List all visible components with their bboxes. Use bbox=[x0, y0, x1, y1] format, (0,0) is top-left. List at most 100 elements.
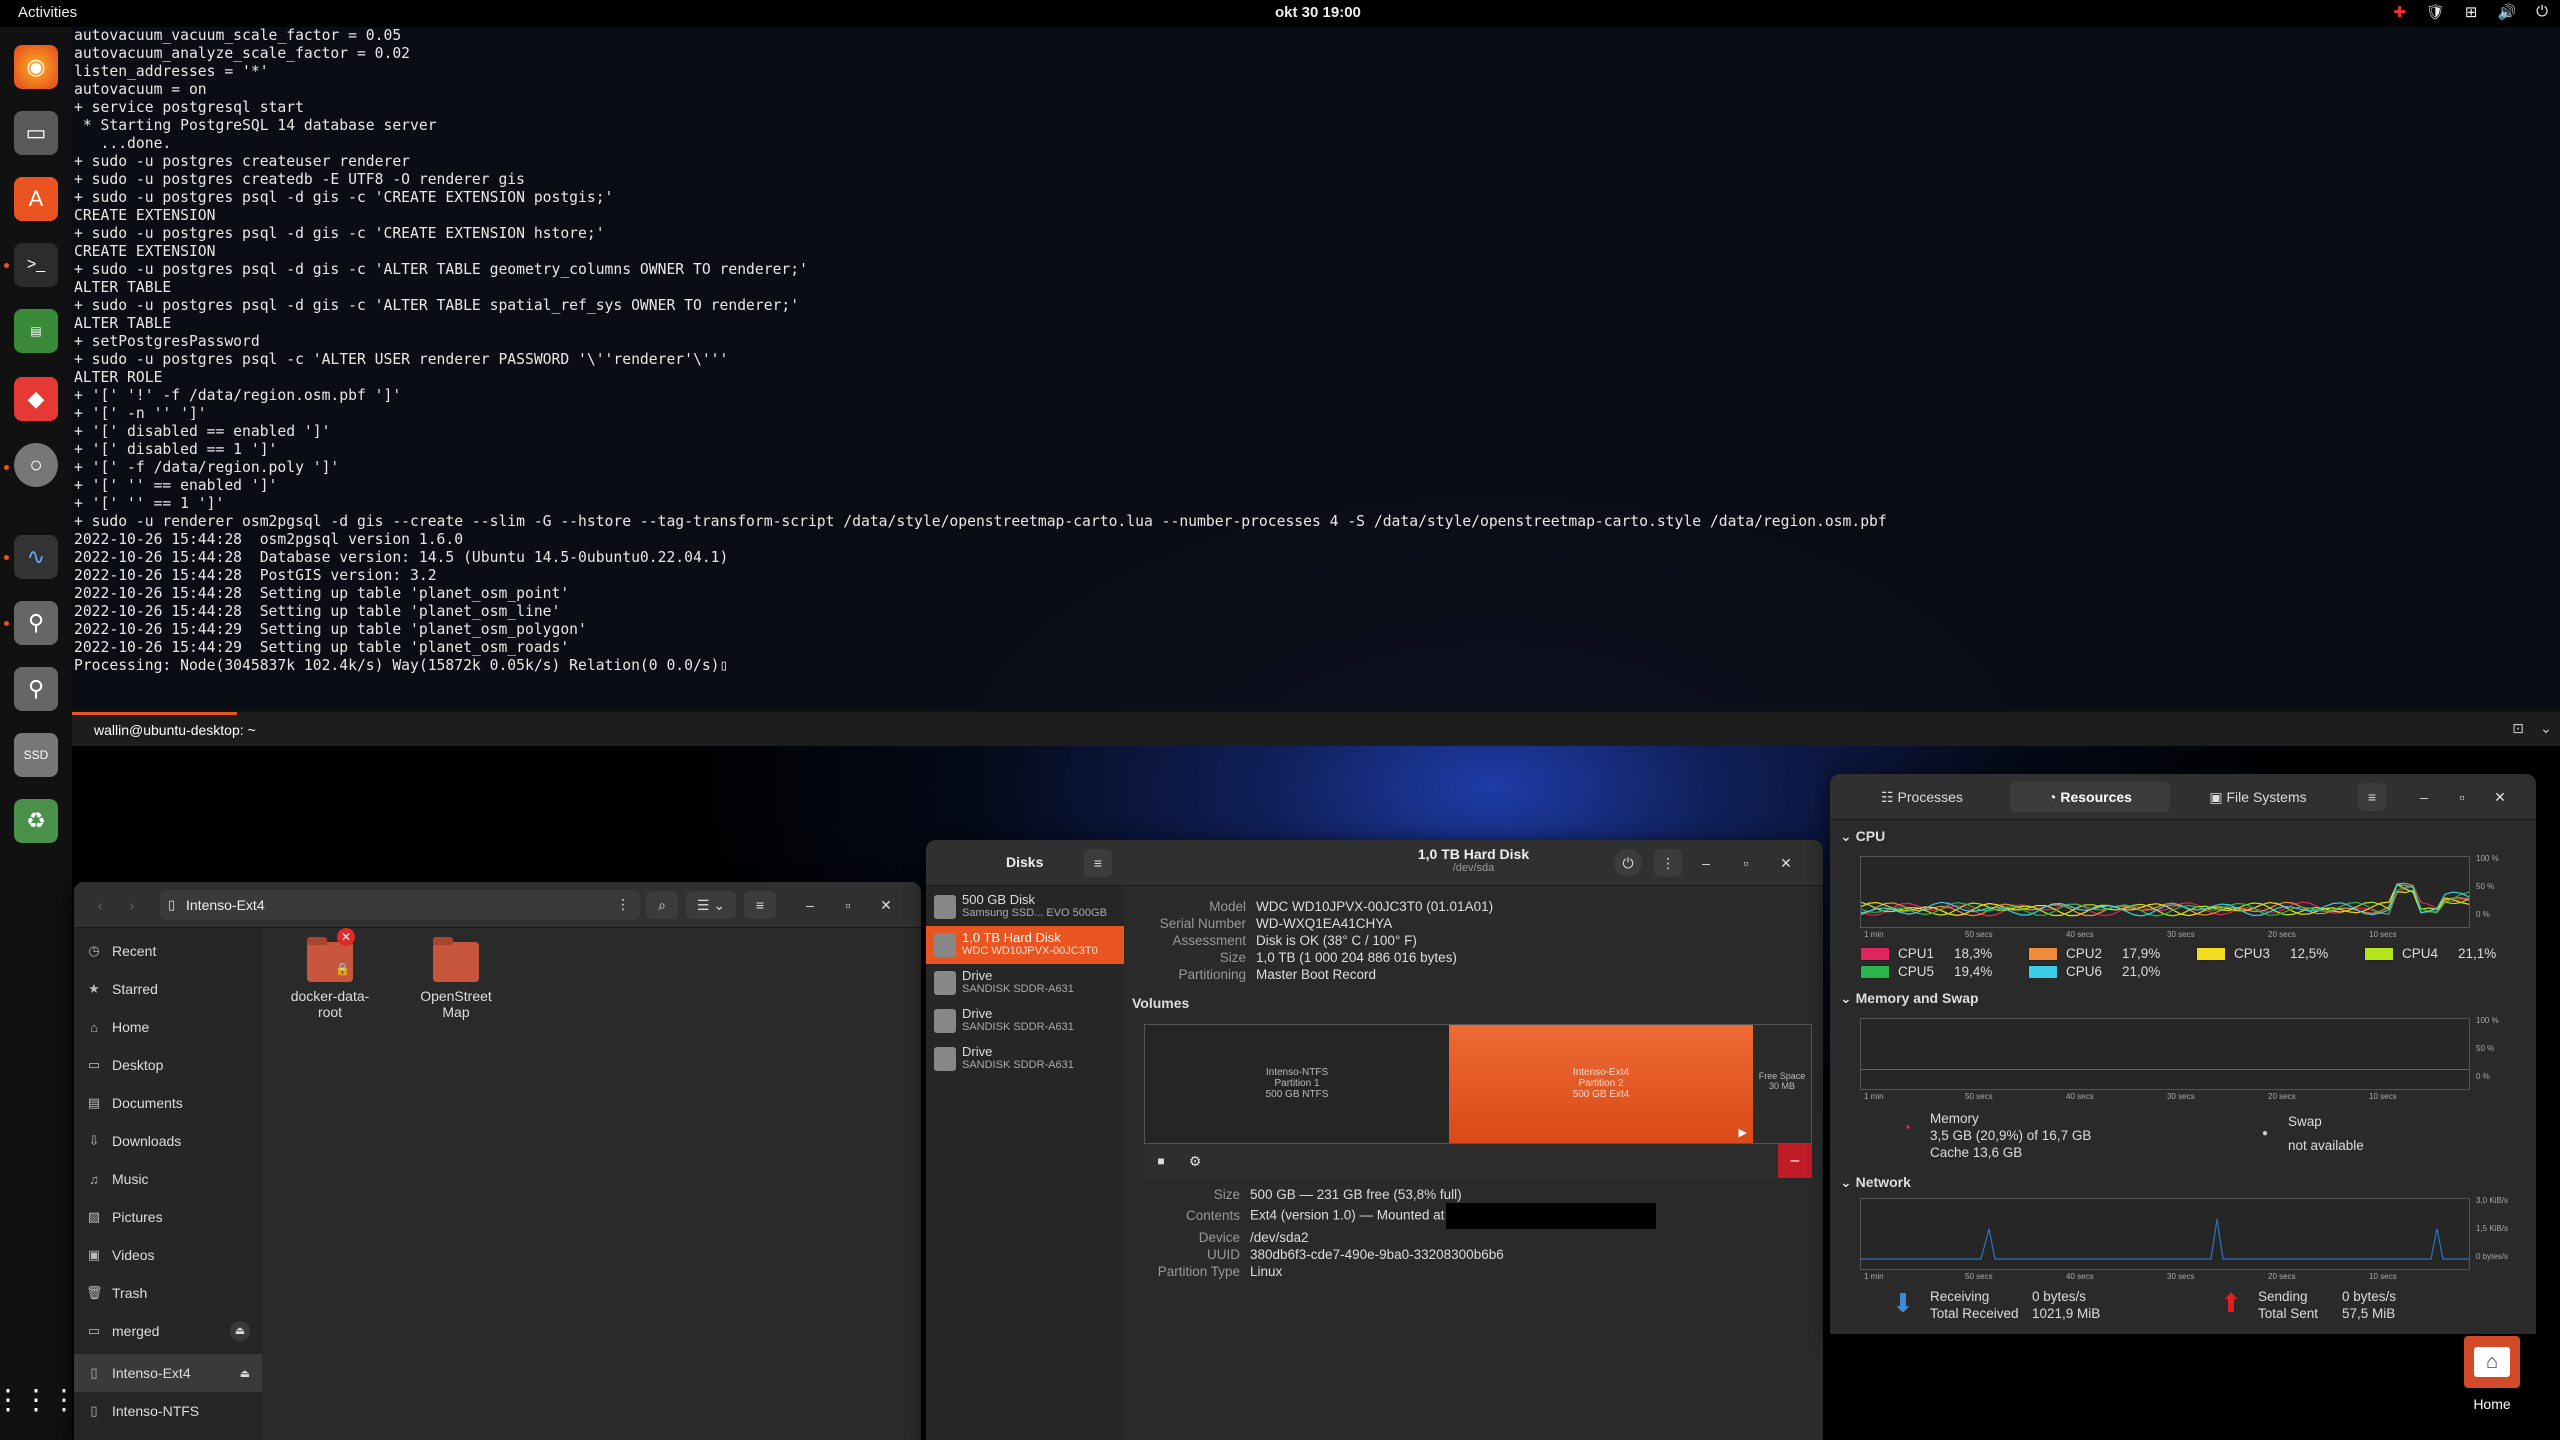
swap-pie-icon: ● bbox=[2262, 1128, 2269, 1139]
view-toggle-icon[interactable]: ☰ ⌄ bbox=[686, 891, 736, 919]
disk-list-item[interactable]: Drive SANDISK SDDR-A631 bbox=[926, 1040, 1124, 1078]
eject-icon[interactable]: ⏏ bbox=[230, 1321, 250, 1341]
usb-drive-icon[interactable]: ⚲ bbox=[14, 667, 58, 711]
activities-button[interactable]: Activities bbox=[18, 4, 77, 21]
sidebar-item-videos[interactable]: ▣ Videos bbox=[86, 1240, 155, 1270]
terminal-icon[interactable]: >_ bbox=[14, 243, 58, 287]
firefox-icon[interactable]: ◉ bbox=[14, 45, 58, 89]
memory-section-header[interactable]: ⌄ Memory and Swap bbox=[1840, 990, 1979, 1007]
chat-icon[interactable]: ○ bbox=[14, 443, 58, 487]
sidebar-item-desktop[interactable]: ▭ Desktop bbox=[86, 1050, 164, 1080]
menu-icon[interactable]: ≡ bbox=[744, 891, 776, 919]
disk-list-item[interactable]: 500 GB Disk Samsung SSD... EVO 500GB bbox=[926, 888, 1124, 926]
tab-file-systems[interactable]: ▣ File Systems bbox=[2178, 782, 2338, 812]
folder-docker-data-root[interactable]: ✕ 🔒 docker-data-root bbox=[285, 928, 375, 1020]
show-apps-icon[interactable]: ⋮⋮⋮ bbox=[0, 1377, 78, 1421]
color-swatch[interactable] bbox=[1860, 946, 1890, 961]
clock[interactable]: okt 30 19:00 bbox=[1275, 4, 1361, 21]
color-swatch[interactable] bbox=[1860, 964, 1890, 979]
sidebar-item-merged[interactable]: ▭ merged ⏏ bbox=[86, 1316, 250, 1346]
kebab-menu-icon[interactable]: ⋮ bbox=[1654, 849, 1682, 877]
tab-processes[interactable]: ☷ Processes bbox=[1842, 782, 2002, 812]
close-icon[interactable]: ✕ bbox=[876, 895, 896, 915]
sidebar-item-downloads[interactable]: ⇩ Downloads bbox=[86, 1126, 182, 1156]
tab-resources[interactable]: ◔ Resources bbox=[2010, 782, 2170, 812]
color-swatch[interactable] bbox=[2028, 946, 2058, 961]
sidebar-item-home[interactable]: ⌂ Home bbox=[86, 1012, 149, 1042]
shield-icon[interactable]: 🛡 bbox=[2426, 3, 2445, 21]
path-menu-icon[interactable]: ⋮ bbox=[616, 896, 630, 913]
system-monitor-window[interactable]: ☷ Processes ◔ Resources ▣ File Systems ≡… bbox=[1830, 774, 2536, 1334]
anydesk-icon[interactable]: ◆ bbox=[14, 377, 58, 421]
minimize-icon[interactable]: – bbox=[800, 895, 820, 915]
spreadsheet-icon[interactable]: ▤ bbox=[14, 309, 58, 353]
menu-icon[interactable]: ≡ bbox=[2358, 783, 2386, 811]
stop-icon[interactable]: ■ bbox=[1150, 1150, 1172, 1172]
disk-list-item[interactable]: 1,0 TB Hard Disk WDC WD10JPVX-00JC3T0 bbox=[926, 926, 1124, 964]
color-swatch[interactable] bbox=[2028, 964, 2058, 979]
cpu-legend-cpu1[interactable]: CPU1 18,3% bbox=[1860, 946, 1992, 961]
color-swatch[interactable] bbox=[2196, 946, 2226, 961]
x-tick-label: 40 secs bbox=[2066, 1092, 2094, 1101]
color-swatch[interactable] bbox=[2364, 946, 2394, 961]
maximize-icon[interactable]: ▫ bbox=[1736, 853, 1756, 873]
system-tray[interactable]: ✚ 🛡 ⊞ 🔊 ⏻ bbox=[2393, 3, 2548, 21]
new-tab-icon[interactable]: ⊡ bbox=[2508, 720, 2528, 740]
sidebar-item-trash[interactable]: 🗑 Trash bbox=[86, 1278, 147, 1308]
sidebar-item-documents[interactable]: ▤ Documents bbox=[86, 1088, 183, 1118]
chevron-down-icon[interactable]: ⌄ bbox=[2536, 720, 2556, 740]
sidebar-item-intenso-ntfs[interactable]: ▯ Intenso-NTFS bbox=[86, 1396, 199, 1426]
usb-drive-icon[interactable]: ⚲ bbox=[14, 601, 58, 645]
sidebar-item-intenso-ext4[interactable]: ▯ Intenso-Ext4 ⏏ bbox=[86, 1358, 250, 1388]
y-tick-label: 100 % bbox=[2476, 1016, 2499, 1025]
cpu-legend-cpu3[interactable]: CPU3 12,5% bbox=[2196, 946, 2328, 961]
cpu-legend-cpu6[interactable]: CPU6 21,0% bbox=[2028, 964, 2160, 979]
terminal-tab[interactable]: wallin@ubuntu-desktop: ~ bbox=[94, 722, 256, 738]
path-bar[interactable]: ▯ Intenso-Ext4 ⋮ bbox=[160, 890, 640, 920]
disks-window[interactable]: Disks ≡ 500 GB Disk Samsung SSD... EVO 50… bbox=[926, 840, 1823, 1440]
menu-icon[interactable]: ≡ bbox=[1084, 849, 1112, 877]
minimize-icon[interactable]: – bbox=[1696, 853, 1716, 873]
forward-button[interactable]: › bbox=[116, 891, 148, 919]
close-icon[interactable]: ✕ bbox=[2490, 787, 2510, 807]
eject-icon[interactable]: ⏏ bbox=[240, 1367, 250, 1380]
cpu-legend-cpu5[interactable]: CPU5 19,4% bbox=[1860, 964, 1992, 979]
disk-list-item[interactable]: Drive SANDISK SDDR-A631 bbox=[926, 964, 1124, 1002]
system-monitor-icon[interactable]: ∿ bbox=[14, 535, 58, 579]
cpu-section-header[interactable]: ⌄ CPU bbox=[1840, 828, 1885, 845]
sidebar-item-pictures[interactable]: ▨ Pictures bbox=[86, 1202, 163, 1232]
delete-partition-button[interactable]: – bbox=[1778, 1144, 1812, 1178]
minimize-icon[interactable]: – bbox=[2414, 787, 2434, 807]
close-icon[interactable]: ✕ bbox=[1776, 853, 1796, 873]
cpu-name: CPU6 bbox=[2066, 964, 2103, 979]
app-indicator-icon[interactable]: ✚ bbox=[2393, 3, 2406, 21]
folder-openstreet-map[interactable]: OpenStreet Map bbox=[411, 937, 501, 1020]
terminal-window[interactable]: autovacuum_vacuum_scale_factor = 0.05 aut… bbox=[72, 27, 2560, 710]
maximize-icon[interactable]: ▫ bbox=[838, 895, 858, 915]
volume-intenso-ext4[interactable]: Intenso-Ext4 Partition 2 500 GB Ext4 ▶ bbox=[1449, 1025, 1753, 1143]
network-section-header[interactable]: ⌄ Network bbox=[1840, 1174, 1911, 1191]
power-icon[interactable]: ⏻ bbox=[2536, 3, 2548, 21]
trash-icon[interactable]: ♻ bbox=[14, 799, 58, 843]
disk-model: SANDISK SDDR-A631 bbox=[962, 1021, 1074, 1033]
sidebar-item-starred[interactable]: ★ Starred bbox=[86, 974, 158, 1004]
cpu-legend-cpu2[interactable]: CPU2 17,9% bbox=[2028, 946, 2160, 961]
sidebar-item-recent[interactable]: ◷ Recent bbox=[86, 936, 156, 966]
power-off-icon[interactable]: ⏻ bbox=[1614, 849, 1642, 877]
volume-icon[interactable]: 🔊 bbox=[2497, 3, 2516, 21]
search-icon[interactable]: ⌕ bbox=[646, 891, 678, 919]
volume-intenso-ntfs[interactable]: Intenso-NTFS Partition 1 500 GB NTFS bbox=[1145, 1025, 1449, 1143]
network-icon[interactable]: ⊞ bbox=[2465, 3, 2478, 21]
ssd-drive-icon[interactable]: SSD bbox=[14, 733, 58, 777]
sidebar-item-music[interactable]: ♫ Music bbox=[86, 1164, 148, 1194]
disk-list-item[interactable]: Drive SANDISK SDDR-A631 bbox=[926, 1002, 1124, 1040]
volume-free-space[interactable]: Free Space 30 MB bbox=[1753, 1025, 1811, 1143]
maximize-icon[interactable]: ▫ bbox=[2452, 787, 2472, 807]
back-button[interactable]: ‹ bbox=[84, 891, 116, 919]
cpu-legend-cpu4[interactable]: CPU4 21,1% bbox=[2364, 946, 2496, 961]
home-folder-desktop-icon[interactable]: ⌂ bbox=[2464, 1336, 2520, 1388]
star-icon: ★ bbox=[88, 981, 100, 996]
software-store-icon[interactable]: A bbox=[14, 177, 58, 221]
files-icon[interactable]: ▭ bbox=[14, 111, 58, 155]
gear-icon[interactable]: ⚙ bbox=[1184, 1150, 1206, 1172]
